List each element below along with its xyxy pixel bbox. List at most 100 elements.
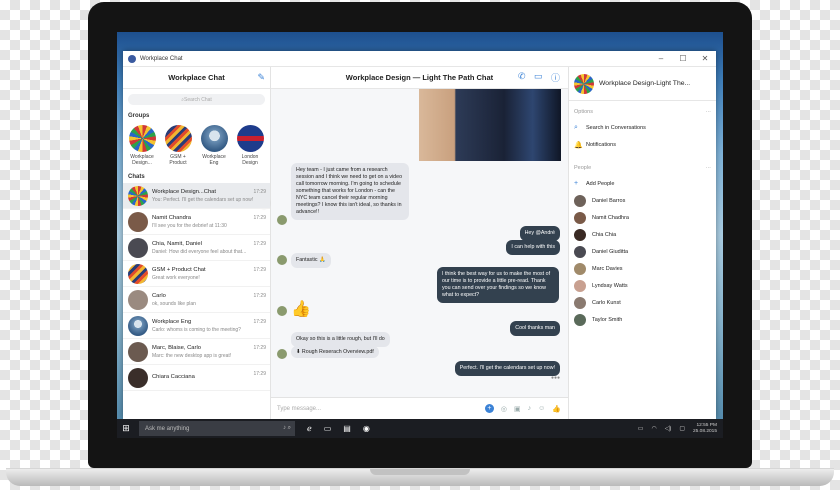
laptop-notch	[370, 469, 470, 475]
laptop-base	[6, 468, 834, 486]
chat-time: 17:29	[253, 189, 266, 195]
chat-preview: Great work everyone!	[152, 274, 200, 281]
chat-row[interactable]: Namit Chandra I'll see you for the debrie…	[123, 209, 270, 235]
more-icon[interactable]: ···	[706, 109, 712, 115]
camera-icon[interactable]: ◎	[501, 405, 507, 413]
volume-icon[interactable]: ◁)	[665, 425, 672, 432]
close-button[interactable]: ✕	[694, 54, 716, 63]
taskbar-search-input[interactable]: Ask me anything ♪ ⌕	[139, 421, 295, 436]
avatar	[277, 349, 287, 359]
person-item[interactable]: Daniel Barros	[569, 192, 716, 209]
message-input[interactable]: Type message...	[277, 406, 485, 412]
maximize-button[interactable]: ☐	[672, 54, 694, 63]
message-bubble: Cool thanks man	[510, 321, 560, 336]
sidebar-title: Workplace Chat	[168, 73, 225, 82]
search-input[interactable]: ⌕ Search Chat	[128, 94, 265, 105]
chat-name: Workplace Design...Chat	[152, 188, 217, 195]
message-bubble: Fantastic 🙏	[291, 253, 331, 268]
message-bubble: I think the best way for us to make the …	[437, 267, 559, 303]
message-bubble: Perfect. I'll get the calendars set up n…	[454, 361, 560, 376]
store-icon[interactable]: ▤	[343, 424, 351, 433]
edge-icon[interactable]: ℯ	[307, 424, 312, 433]
minimize-button[interactable]: –	[650, 54, 672, 63]
file-explorer-icon[interactable]: ▭	[324, 424, 332, 433]
person-item[interactable]: Chia Chia	[569, 226, 716, 243]
system-tray: ▭ ◠ ◁) ▢ 12:55 PM 25.08.2015	[638, 423, 723, 435]
app-icon	[128, 54, 136, 63]
chat-preview: Daniel: How did everyone feel about that…	[152, 248, 247, 255]
groups-label: Groups	[128, 113, 150, 119]
info-icon[interactable]: ⓘ	[551, 71, 560, 84]
chat-row[interactable]: Workplace Design...Chat You: Perfect. I'l…	[123, 183, 270, 209]
person-name: Lyndsay Watts	[592, 282, 628, 289]
groups-row: Workplace Design... GSM + Product Workpl…	[127, 125, 270, 166]
chat-row[interactable]: Carlo ok, sounds like plan 17:29	[123, 287, 270, 313]
phone-icon[interactable]: ✆	[518, 71, 526, 82]
windows-start-icon[interactable]: ⊞	[117, 423, 135, 434]
chat-name: Chia, Namit, Daniel	[152, 240, 202, 247]
avatar	[128, 341, 148, 362]
thumbs-up-icon: 👍	[291, 301, 311, 318]
group-label: Workplace Design...	[130, 154, 154, 166]
person-item[interactable]: Taylor Smith	[569, 311, 716, 328]
avatar	[574, 262, 586, 275]
message-bubble: Hey @André	[519, 226, 560, 241]
compose-icon[interactable]: ✎	[257, 72, 265, 83]
chat-time: 17:29	[253, 319, 266, 325]
chat-row[interactable]: Chiara Cacciana 17:29	[123, 365, 270, 391]
plus-icon: +	[574, 180, 579, 187]
chat-list: Workplace Design...Chat You: Perfect. I'l…	[123, 183, 270, 391]
more-icon[interactable]: ···	[706, 165, 712, 171]
add-icon[interactable]: +	[484, 404, 494, 413]
battery-icon[interactable]: ▭	[638, 425, 644, 432]
person-item[interactable]: Lyndsay Watts	[569, 277, 716, 294]
chat-row[interactable]: Workplace Eng Carlo: whoms is coming to t…	[123, 313, 270, 339]
message-composer: Type message... + ◎ ▣ ♪ ☺ 👍	[271, 397, 568, 419]
group-avatar	[128, 125, 156, 152]
microphone-icon[interactable]: ♪ ⌕	[283, 425, 291, 432]
file-name: Rough Reserach Overview.pdf	[301, 349, 374, 355]
group-avatar	[574, 73, 594, 94]
message-bubble: Hey team - I just came from a research s…	[291, 163, 409, 220]
people-section: People ···	[574, 165, 711, 171]
chat-name: GSM + Product Chat	[152, 266, 206, 273]
add-people-label: Add People	[586, 180, 615, 187]
clock[interactable]: 12:55 PM 25.08.2015	[693, 423, 717, 435]
group-item[interactable]: London Design	[235, 125, 265, 166]
wifi-icon[interactable]: ◠	[651, 425, 656, 432]
person-item[interactable]: Namit Chadhra	[569, 209, 716, 226]
image-icon[interactable]: ▣	[514, 405, 521, 413]
group-item[interactable]: Workplace Design...	[127, 125, 157, 166]
shared-photo[interactable]	[419, 89, 561, 161]
like-icon[interactable]: 👍	[552, 405, 561, 413]
emoji-icon[interactable]: ☺	[538, 405, 545, 412]
chat-time: 17:29	[253, 241, 266, 247]
notifications-option[interactable]: 🔔 Notifications	[569, 136, 716, 153]
chat-time: 17:29	[253, 371, 266, 377]
workplace-chat-icon[interactable]: ◉	[363, 424, 370, 433]
window-title: Workplace Chat	[140, 55, 183, 62]
group-item[interactable]: GSM + Product	[163, 125, 193, 166]
chat-name: Marc, Blaise, Carlo	[152, 344, 201, 351]
file-attachment[interactable]: ⬇ Rough Reserach Overview.pdf	[291, 346, 379, 358]
person-name: Marc Davies	[592, 265, 623, 272]
app-window: Workplace Chat – ☐ ✕ Workplace Chat ✎ ⌕ …	[123, 51, 716, 419]
person-item[interactable]: Carlo Kunst	[569, 294, 716, 311]
microphone-icon[interactable]: ♪	[528, 405, 532, 412]
avatar	[574, 211, 586, 224]
group-item[interactable]: Workplace Eng	[199, 125, 229, 166]
search-placeholder: Search Chat	[184, 96, 212, 103]
video-icon[interactable]: ▭	[534, 71, 543, 82]
chat-time: 17:29	[253, 267, 266, 273]
person-item[interactable]: Daniel Giuditta	[569, 243, 716, 260]
chat-row[interactable]: Marc, Blaise, Carlo Marc: the new desktop…	[123, 339, 270, 365]
notification-icon[interactable]: ▢	[679, 425, 685, 432]
person-name: Carlo Kunst	[592, 299, 621, 306]
avatar	[128, 185, 148, 206]
add-people-button[interactable]: + Add People	[569, 175, 716, 192]
conversation-title: Workplace Design — Light The Path Chat	[345, 73, 494, 82]
search-in-conversation[interactable]: ⌕ Search in Conversations	[569, 119, 716, 136]
chat-row[interactable]: Chia, Namit, Daniel Daniel: How did every…	[123, 235, 270, 261]
person-item[interactable]: Marc Davies	[569, 260, 716, 277]
chat-row[interactable]: GSM + Product Chat Great work everyone! 17…	[123, 261, 270, 287]
